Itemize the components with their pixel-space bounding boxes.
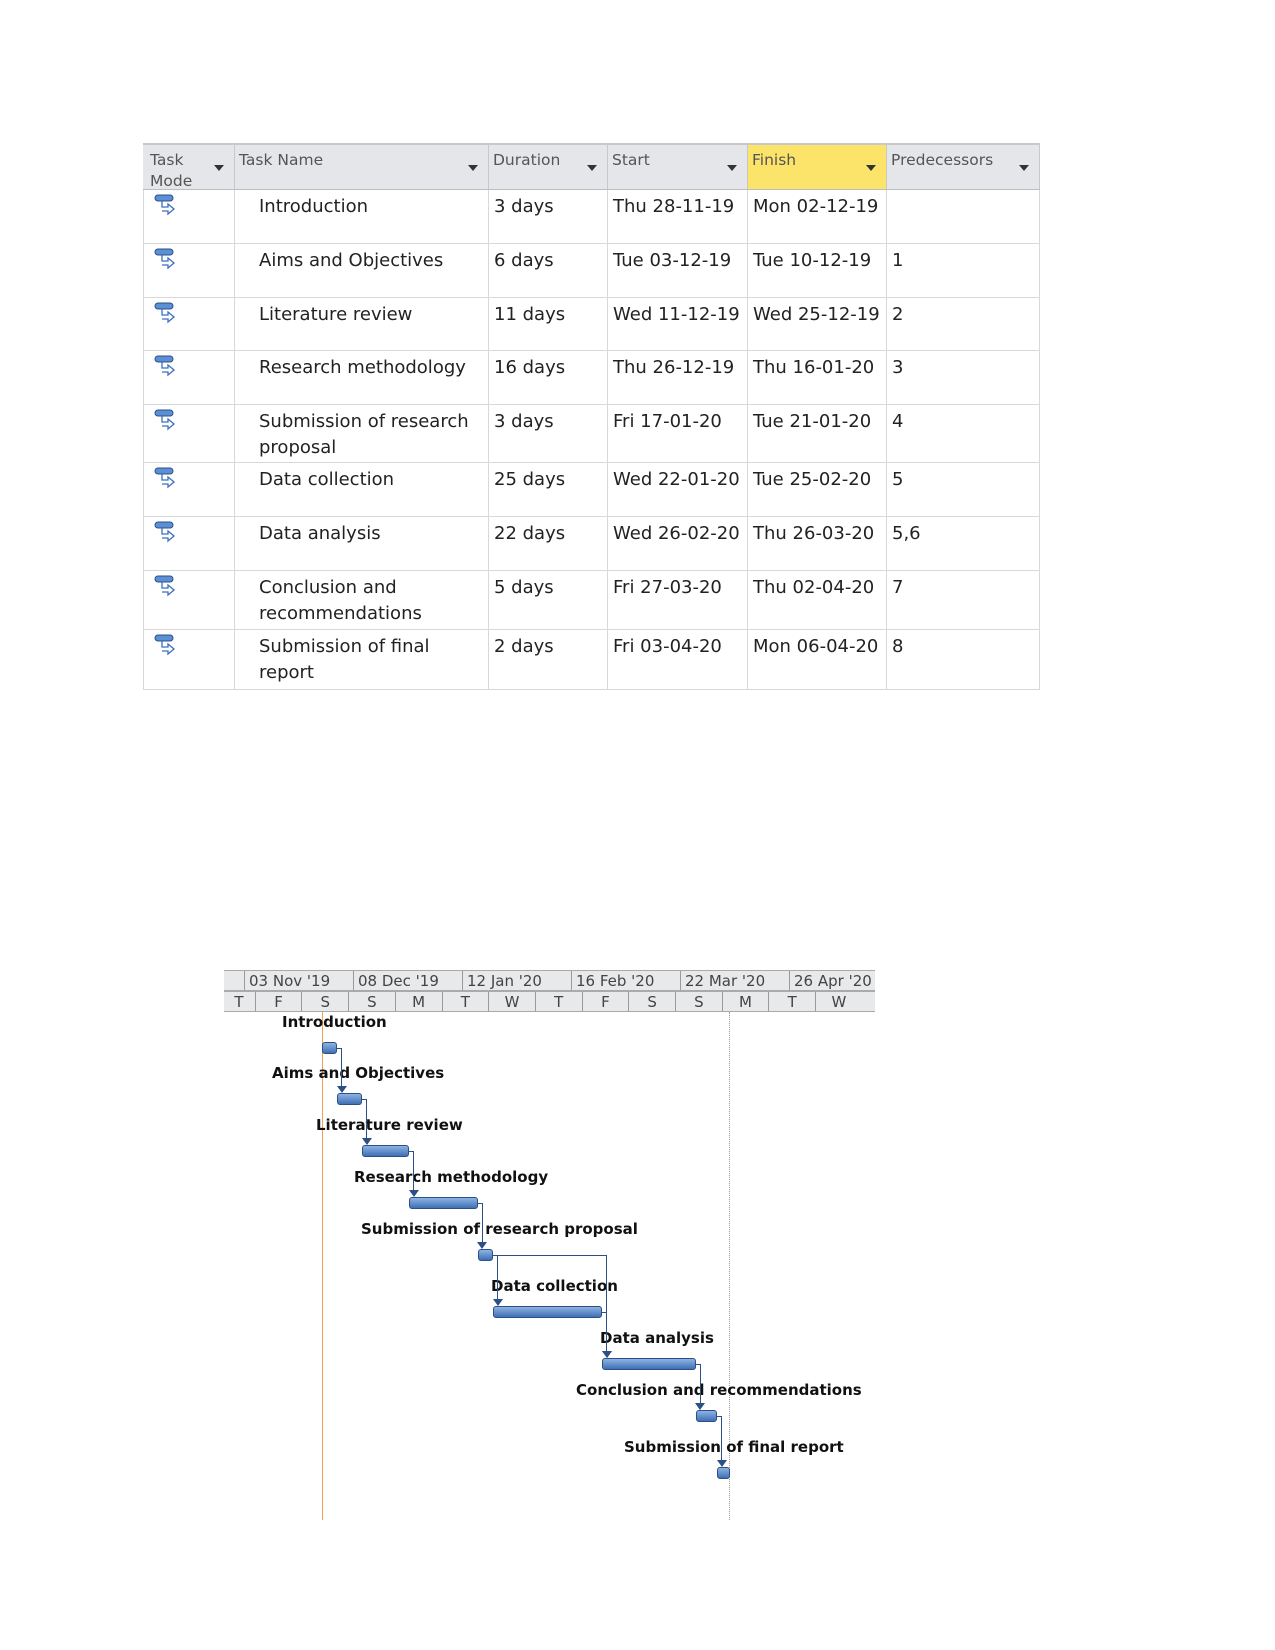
task-bar[interactable] xyxy=(493,1306,603,1318)
task-bar[interactable] xyxy=(602,1358,696,1370)
timescale-minor-label: W xyxy=(488,992,535,1011)
dependency-link xyxy=(341,1048,343,1087)
task-bar[interactable] xyxy=(695,1410,718,1422)
arrow-down-icon xyxy=(601,1351,612,1358)
dependency-link xyxy=(497,1255,499,1300)
timescale-minor-label: W xyxy=(815,992,862,1011)
task-bar-label: Data collection xyxy=(491,1277,618,1295)
arrow-down-icon xyxy=(477,1242,488,1249)
timescale-minor: TFSSMTWTFSSMTW xyxy=(224,991,875,1012)
timescale-major-label: 08 Dec '19 xyxy=(353,971,439,990)
timescale-major: 03 Nov '19 08 Dec '19 12 Jan '20 16 Feb '20… xyxy=(224,970,875,991)
arrow-down-icon xyxy=(716,1460,727,1467)
task-bar[interactable] xyxy=(717,1467,730,1479)
task-bar-label: Literature review xyxy=(316,1116,463,1134)
timescale-major-label: 26 Apr '20 xyxy=(789,971,872,990)
task-bar-label: Data analysis xyxy=(600,1329,714,1347)
task-bar-label: Conclusion and recommendations xyxy=(576,1381,862,1399)
timescale-minor-label: S xyxy=(675,992,722,1011)
timescale-minor-label: T xyxy=(234,993,244,1011)
timescale-major-label: 03 Nov '19 xyxy=(244,971,330,990)
arrow-down-icon xyxy=(336,1086,347,1093)
current-date-line xyxy=(322,1012,323,1520)
timescale-major-label: 22 Mar '20 xyxy=(680,971,765,990)
timescale-minor-label: M xyxy=(721,992,769,1011)
timescale-minor-label: F xyxy=(581,992,629,1011)
timescale-minor-label: T xyxy=(534,992,582,1011)
task-bar[interactable] xyxy=(321,1042,338,1054)
dependency-link xyxy=(481,1203,483,1243)
task-bar[interactable] xyxy=(337,1093,363,1105)
timescale-minor-label: S xyxy=(628,992,675,1011)
task-bar-label: Research methodology xyxy=(354,1168,549,1186)
timescale-minor-label: M xyxy=(394,992,442,1011)
timescale-minor-label: F xyxy=(254,992,302,1011)
task-bar[interactable] xyxy=(362,1145,410,1157)
task-bar[interactable] xyxy=(409,1197,478,1209)
arrow-down-icon xyxy=(695,1403,706,1410)
timescale-major-label: 16 Feb '20 xyxy=(571,971,654,990)
task-bar[interactable] xyxy=(477,1249,494,1261)
task-bar-label: Aims and Objectives xyxy=(272,1064,445,1082)
timescale-major-label: 12 Jan '20 xyxy=(462,971,542,990)
dependency-link xyxy=(721,1416,723,1461)
page: { "table":{ "columns":["Task Mode","Task… xyxy=(0,0,1275,1650)
timescale-minor-label: S xyxy=(301,992,348,1011)
task-bar-label: Submission of research proposal xyxy=(361,1220,638,1238)
arrow-down-icon xyxy=(361,1138,372,1145)
dependency-link xyxy=(413,1151,415,1191)
timescale-minor-label: T xyxy=(768,992,815,1011)
gantt-chart: 03 Nov '19 08 Dec '19 12 Jan '20 16 Feb '20… xyxy=(0,0,1275,1650)
dependency-link xyxy=(366,1099,368,1139)
dependency-link xyxy=(606,1312,608,1352)
dependency-link xyxy=(493,1255,607,1256)
task-bar-label: Submission of final report xyxy=(624,1438,844,1456)
timescale-minor-label: S xyxy=(348,992,395,1011)
task-bar-label: Introduction xyxy=(282,1013,387,1031)
timescale-minor-label: T xyxy=(441,992,489,1011)
dependency-link xyxy=(699,1364,701,1404)
arrow-down-icon xyxy=(408,1190,419,1197)
arrow-down-icon xyxy=(492,1299,503,1306)
